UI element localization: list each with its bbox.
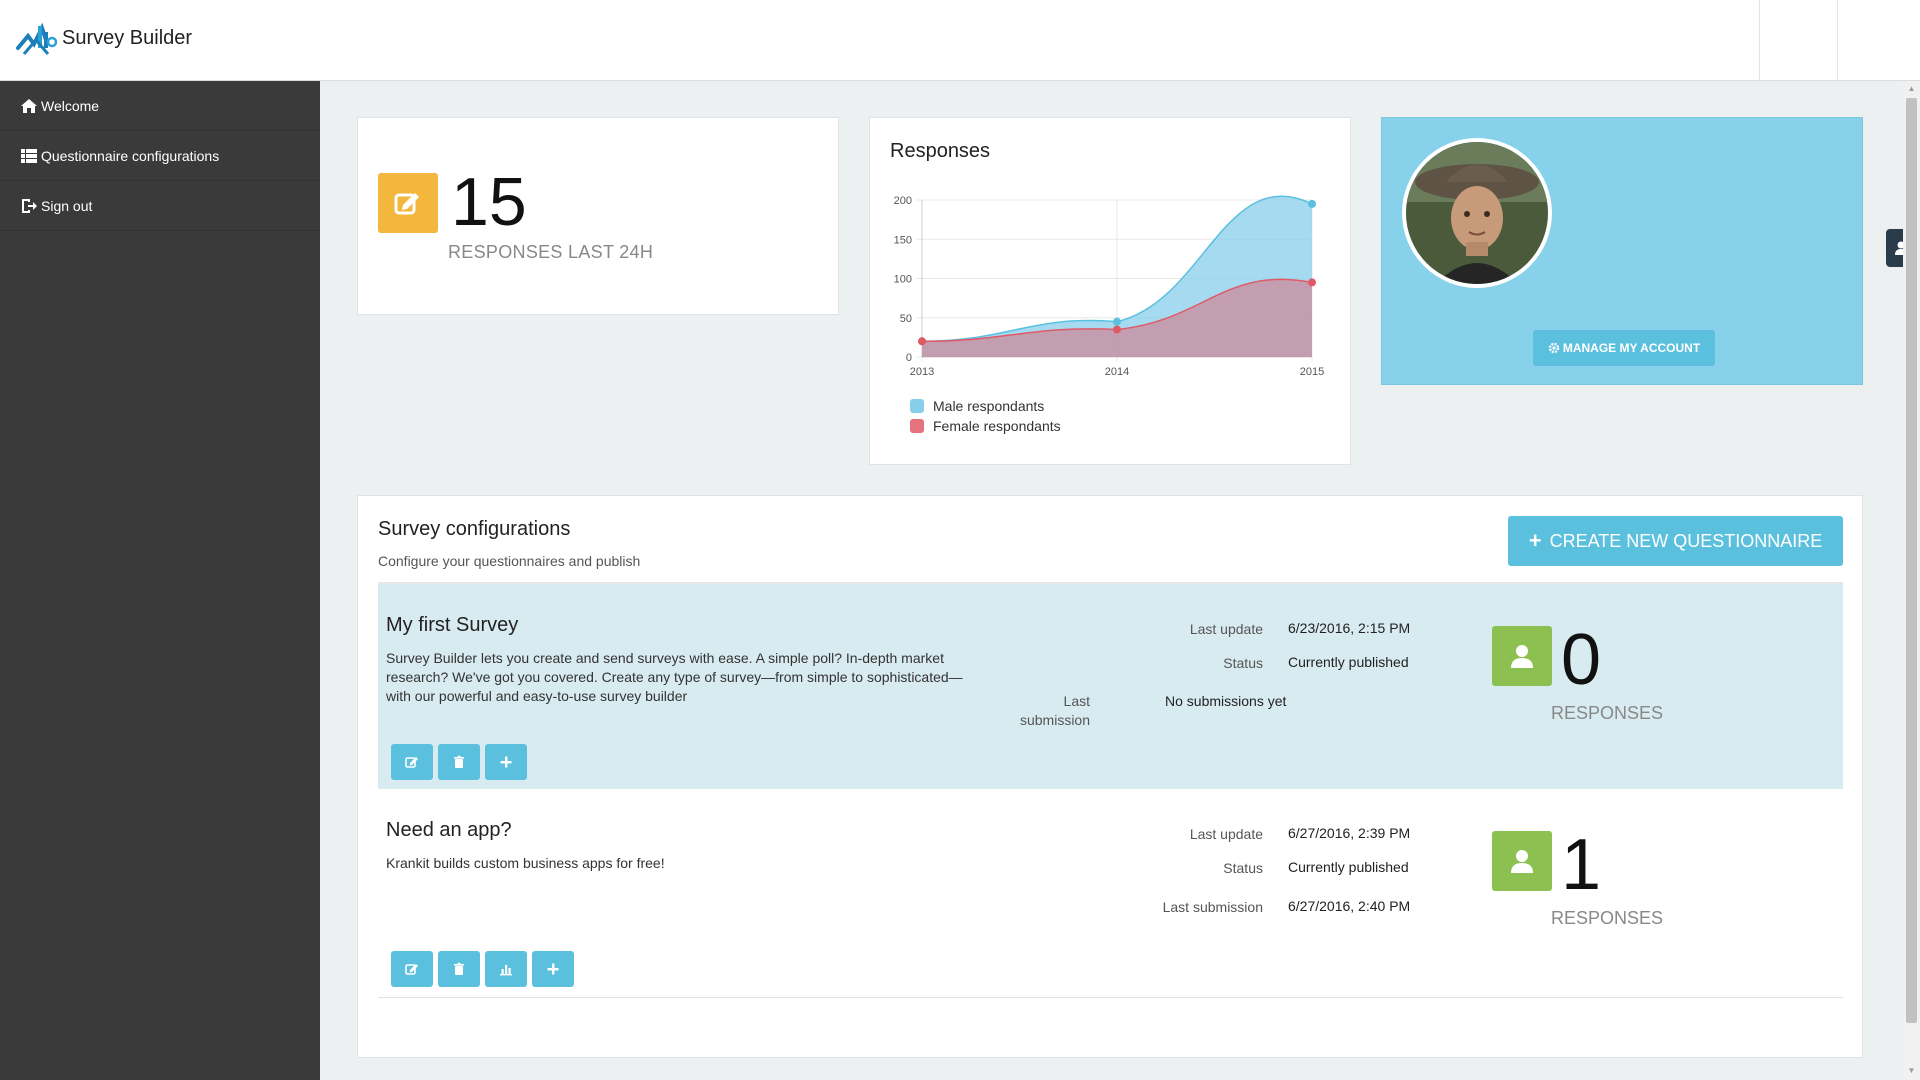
view-results-button[interactable] xyxy=(485,951,527,987)
legend-item-female: Female respondants xyxy=(910,416,1061,436)
last-submission-label: Last submission xyxy=(1019,693,1090,728)
top-header: Survey Builder xyxy=(0,0,1920,81)
manage-account-label: MANAGE MY ACCOUNT xyxy=(1562,341,1701,355)
section-subtitle: Configure your questionnaires and publis… xyxy=(378,553,641,569)
create-questionnaire-label: CREATE NEW QUESTIONNAIRE xyxy=(1549,530,1823,551)
profile-card: MANAGE MY ACCOUNT xyxy=(1381,117,1863,385)
trash-icon xyxy=(454,962,464,975)
survey-configurations-card: Survey configurations Configure your que… xyxy=(357,495,1863,1058)
last-submission-label: Last submission xyxy=(1162,899,1263,915)
responses-24h-value: 15 xyxy=(451,164,527,240)
plus-icon xyxy=(500,756,512,768)
scrollbar-thumb[interactable] xyxy=(1906,98,1917,1023)
last-submission-value: No submissions yet xyxy=(1165,693,1287,709)
y-tick-label: 100 xyxy=(894,274,912,286)
data-point-male xyxy=(1308,199,1316,208)
status-value: Currently published xyxy=(1288,859,1409,875)
sidebar-item-label: Questionnaire configurations xyxy=(41,147,220,164)
edit-survey-button[interactable] xyxy=(391,744,433,780)
main-content: 15 RESPONSES LAST 24H Responses 0 50 100 15… xyxy=(320,81,1900,1080)
responses-24h-label: RESPONSES LAST 24H xyxy=(448,242,654,262)
survey-row[interactable]: My first Survey Survey Builder lets you … xyxy=(378,584,1843,789)
data-point-female xyxy=(1113,325,1121,334)
responses-count: 0 xyxy=(1561,620,1602,700)
legend-item-male: Male respondants xyxy=(910,396,1061,416)
responses-label: RESPONSES xyxy=(1551,908,1664,928)
x-tick-label: 2014 xyxy=(1105,366,1129,378)
y-tick-label: 200 xyxy=(894,195,912,207)
responses-chart-card: Responses 0 50 100 150 200 2013 2014 2015 Male … xyxy=(869,117,1351,465)
last-submission-value: 6/27/2016, 2:40 PM xyxy=(1288,898,1411,914)
trash-icon xyxy=(454,755,464,768)
legend-swatch-female xyxy=(910,419,924,433)
sidebar-item-sign-out[interactable]: Sign out xyxy=(0,181,320,231)
create-questionnaire-button[interactable]: + CREATE NEW QUESTIONNAIRE xyxy=(1508,516,1843,566)
add-question-button[interactable] xyxy=(532,951,574,987)
last-update-value: 6/23/2016, 2:15 PM xyxy=(1288,620,1411,636)
responses-24h-card: 15 RESPONSES LAST 24H xyxy=(357,117,839,315)
edit-survey-button[interactable] xyxy=(391,951,433,987)
chart-legend: Male respondants Female respondants xyxy=(910,396,1061,436)
scroll-up-arrow-icon[interactable]: ▲ xyxy=(1906,84,1917,94)
bar-chart-icon xyxy=(500,965,512,976)
avatar xyxy=(1402,138,1552,288)
delete-survey-button[interactable] xyxy=(438,744,480,780)
last-update-value: 6/27/2016, 2:39 PM xyxy=(1288,825,1411,841)
grid-list-icon xyxy=(21,148,37,163)
last-update-label: Last update xyxy=(1189,826,1263,842)
y-tick-label: 0 xyxy=(906,352,912,364)
survey-actions xyxy=(391,744,532,780)
data-point-male xyxy=(1113,317,1121,326)
user-icon xyxy=(1492,831,1552,891)
data-point-female xyxy=(918,337,926,346)
section-title: Survey configurations xyxy=(378,518,571,540)
x-tick-label: 2013 xyxy=(910,366,934,378)
edit-icon xyxy=(405,757,418,768)
status-label: Status xyxy=(1223,860,1263,876)
x-tick-label: 2015 xyxy=(1300,366,1324,378)
divider xyxy=(378,997,1843,998)
status-value: Currently published xyxy=(1288,654,1409,670)
manage-account-button[interactable]: MANAGE MY ACCOUNT xyxy=(1533,330,1715,366)
header-action-slot-2[interactable] xyxy=(1837,0,1915,80)
sidebar-item-label: Welcome xyxy=(41,97,100,114)
header-action-slot-1[interactable] xyxy=(1759,0,1837,80)
survey-name: Need an app? xyxy=(386,819,512,841)
survey-actions xyxy=(391,951,579,987)
survey-builder-logo-icon xyxy=(16,22,58,55)
user-icon xyxy=(1492,626,1552,686)
survey-row[interactable]: Need an app? Krankit builds custom busin… xyxy=(378,789,1843,997)
legend-swatch-male xyxy=(910,399,924,413)
y-tick-label: 50 xyxy=(900,313,912,325)
brand[interactable]: Survey Builder xyxy=(14,18,192,58)
gear-icon xyxy=(1548,342,1560,354)
plus-icon xyxy=(547,963,559,975)
responses-label: RESPONSES xyxy=(1551,703,1664,723)
edit-square-icon xyxy=(378,173,438,233)
sidebar-item-questionnaire-configurations[interactable]: Questionnaire configurations xyxy=(0,131,320,181)
y-tick-label: 150 xyxy=(894,234,912,246)
delete-survey-button[interactable] xyxy=(438,951,480,987)
survey-name: My first Survey xyxy=(386,614,519,636)
sidebar-item-label: Sign out xyxy=(41,197,93,214)
add-question-button[interactable] xyxy=(485,744,527,780)
responses-count: 1 xyxy=(1561,825,1602,905)
home-icon xyxy=(21,98,37,113)
status-label: Status xyxy=(1223,655,1263,671)
sidebar: Welcome Questionnaire configurations Sig… xyxy=(0,81,320,1080)
plus-icon: + xyxy=(1528,528,1542,553)
legend-label: Male respondants xyxy=(933,398,1045,414)
edit-icon xyxy=(405,964,418,975)
survey-description: Survey Builder lets you create and send … xyxy=(386,650,963,704)
legend-label: Female respondants xyxy=(933,418,1061,434)
scroll-down-arrow-icon[interactable]: ▼ xyxy=(1906,1066,1917,1076)
data-point-female xyxy=(1308,278,1316,287)
app-title: Survey Builder xyxy=(62,26,193,49)
sign-out-icon xyxy=(22,198,37,213)
sidebar-item-welcome[interactable]: Welcome xyxy=(0,81,320,131)
last-update-label: Last update xyxy=(1189,621,1263,637)
survey-description: Krankit builds custom business apps for … xyxy=(386,855,665,871)
